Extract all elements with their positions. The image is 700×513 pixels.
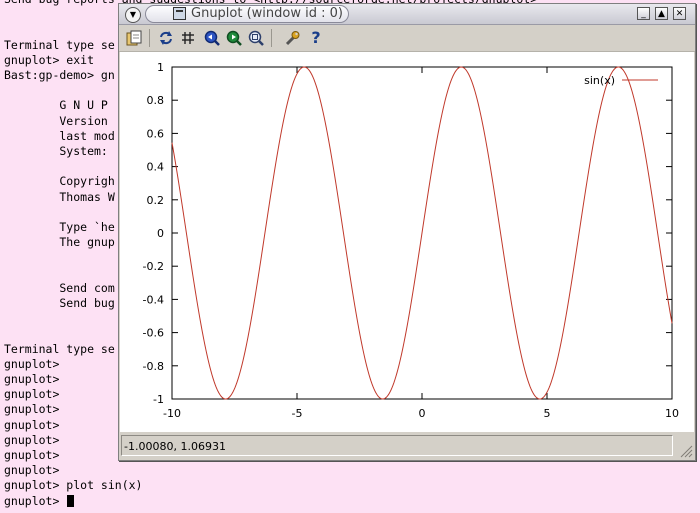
window-menu-icon[interactable]: ▼ <box>125 7 141 23</box>
terminal-line: Send bug <box>4 296 115 310</box>
terminal-line: gnuplot> plot sin(x) <box>4 478 143 493</box>
help-icon[interactable]: ? <box>307 29 325 47</box>
y-tick-label: 0.8 <box>147 94 165 107</box>
terminal-line: gnuplot> <box>4 372 60 386</box>
x-tick-label: 0 <box>419 407 426 420</box>
close-icon[interactable]: ✕ <box>673 7 686 20</box>
terminal-line: gnuplot> <box>4 402 60 417</box>
terminal-line: Thomas W <box>4 189 115 204</box>
prompt-text: gnuplot> <box>4 493 67 508</box>
window-app-icon <box>173 7 186 20</box>
terminal-line: gnuplot> <box>4 387 60 402</box>
terminal-line: Type `he <box>4 220 115 234</box>
options-wrench-icon[interactable] <box>283 29 301 47</box>
terminal-line: gnuplot> exit <box>4 52 95 67</box>
terminal-line: Copyrigh <box>4 174 115 189</box>
copy-clipboard-icon[interactable] <box>125 29 143 47</box>
toolbar: ? <box>119 25 695 52</box>
zoom-next-icon[interactable] <box>225 29 243 47</box>
terminal-line: Terminal type se <box>4 37 115 52</box>
sine-chart: -10 -5 0 5 10 -1 -0.8 -0.6 -0.4 -0.2 0 0.2 0.4 0.6 0.8… <box>143 61 679 420</box>
toolbar-separator <box>149 29 150 47</box>
terminal-line: Bast:gp-demo> gn <box>4 68 115 82</box>
y-tick-label: -0.8 <box>143 360 164 373</box>
terminal-line: Send com <box>4 280 115 295</box>
title-bar[interactable]: ▼ Gnuplot (window id : 0) _ ▲ ✕ <box>119 4 695 25</box>
gnuplot-window: ▼ Gnuplot (window id : 0) _ ▲ ✕ ? -10 -5… <box>118 3 696 461</box>
replot-icon[interactable] <box>157 29 175 47</box>
terminal-prompt-line: gnuplot> <box>4 493 75 509</box>
grid-icon[interactable] <box>179 29 197 47</box>
y-tick-label: 0 <box>157 227 164 240</box>
terminal-line: The gnup <box>4 235 115 250</box>
plot-area[interactable]: -10 -5 0 5 10 -1 -0.8 -0.6 -0.4 -0.2 0 0.2 0.4 0.6 0.8… <box>120 52 694 432</box>
y-tick-label: 0.4 <box>147 161 165 174</box>
mouse-coordinates: -1.00080, 1.06931 <box>121 435 673 456</box>
terminal-line: System: <box>4 144 108 158</box>
x-tick-label: 10 <box>665 407 679 420</box>
x-tick-label: 5 <box>544 407 551 420</box>
terminal-line: gnuplot> <box>4 432 60 447</box>
y-tick-label: 0.2 <box>147 194 165 207</box>
legend-label: sin(x) <box>584 74 615 87</box>
window-title: Gnuplot (window id : 0) <box>191 6 343 21</box>
terminal-line: G N U P <box>4 98 108 113</box>
text-cursor <box>67 494 75 507</box>
x-tick-label: -5 <box>292 407 303 420</box>
y-tick-label: 1 <box>157 61 164 74</box>
terminal-line: last mod <box>4 128 115 143</box>
zoom-prev-icon[interactable] <box>203 29 221 47</box>
x-tick-label: -10 <box>163 407 181 420</box>
terminal-line: Terminal type se <box>4 341 115 356</box>
terminal-line: gnuplot> <box>4 448 60 462</box>
terminal-line: gnuplot> <box>4 417 60 432</box>
terminal-line: Version <box>4 113 108 128</box>
maximize-icon[interactable]: ▲ <box>655 7 668 20</box>
autoscale-icon[interactable] <box>247 29 265 47</box>
y-tick-label: -0.6 <box>143 327 164 340</box>
y-tick-label: 0.6 <box>147 127 165 140</box>
terminal-line: gnuplot> <box>4 356 60 371</box>
minimize-icon[interactable]: _ <box>637 7 650 20</box>
series-line-sin <box>171 66 673 400</box>
y-tick-label: -1 <box>153 393 164 406</box>
status-bar: -1.00080, 1.06931 <box>119 433 695 460</box>
terminal-line: gnuplot> <box>4 463 60 478</box>
resize-grip-icon[interactable] <box>679 444 693 458</box>
y-tick-label: -0.4 <box>143 293 164 306</box>
toolbar-separator <box>271 29 272 47</box>
y-tick-label: -0.2 <box>143 260 164 273</box>
